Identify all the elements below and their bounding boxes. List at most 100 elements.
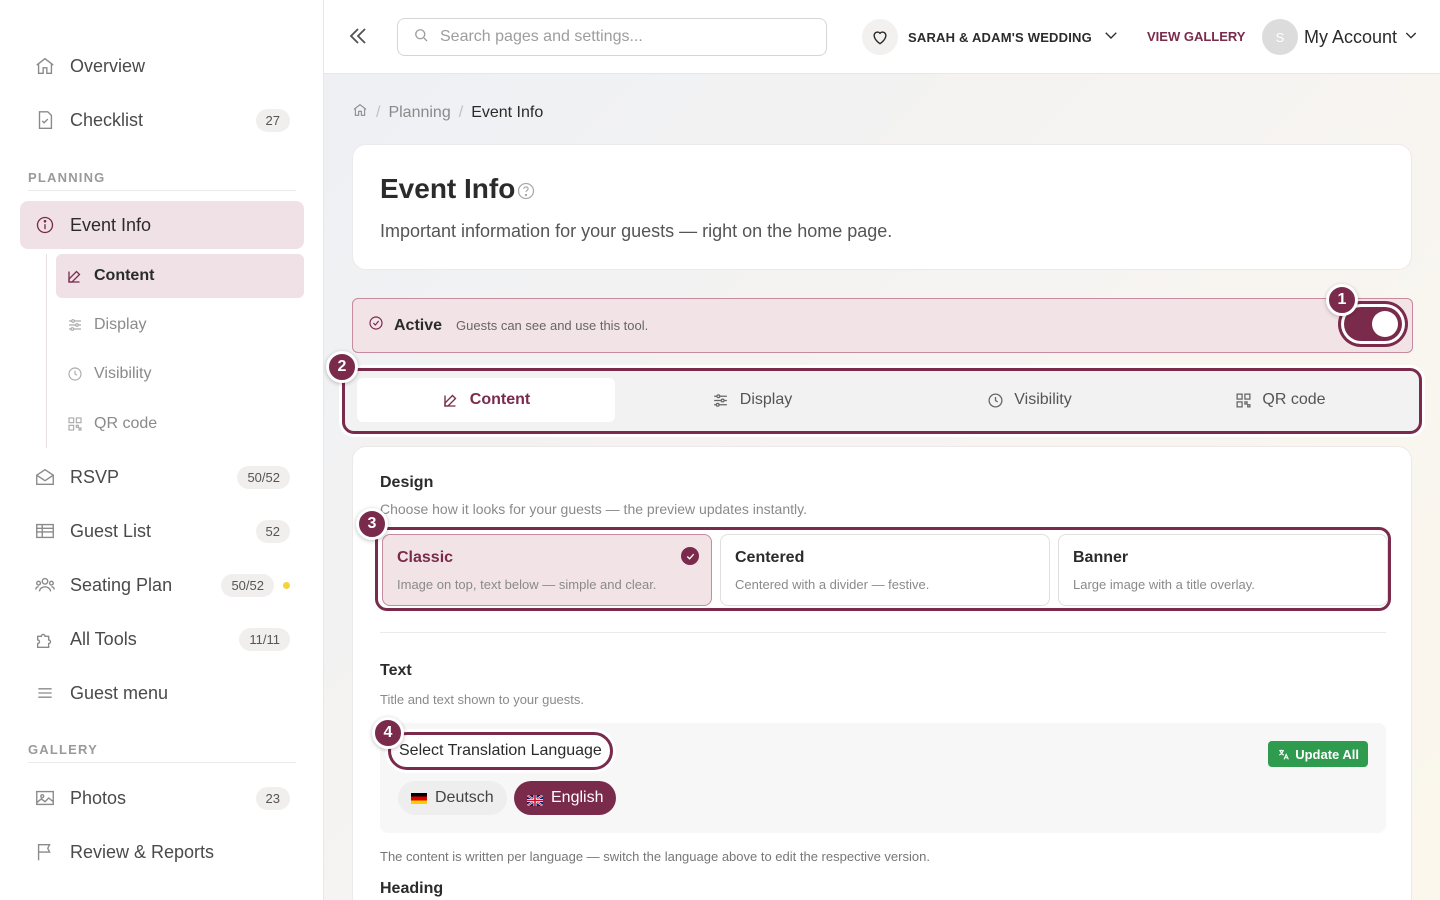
count-badge: 11/11 bbox=[239, 627, 290, 651]
design-option-classic[interactable]: Classic Image on top, text below — simpl… bbox=[382, 534, 712, 606]
wedding-switcher[interactable]: SARAH & ADAM'S WEDDING bbox=[862, 18, 1120, 56]
section-label-gallery: GALLERY bbox=[28, 742, 99, 757]
text-description: Title and text shown to your guests. bbox=[380, 692, 585, 707]
option-desc: Centered with a divider — festive. bbox=[735, 577, 930, 592]
design-option-centered[interactable]: Centered Centered with a divider — festi… bbox=[720, 534, 1050, 606]
check-circle-icon bbox=[368, 315, 384, 336]
sidebar-item-photos[interactable]: Photos 23 bbox=[20, 774, 304, 822]
sidebar-item-rsvp[interactable]: RSVP 50/52 bbox=[20, 453, 304, 501]
subitem-label: Display bbox=[94, 316, 147, 333]
sidebar-item-overview[interactable]: Overview bbox=[20, 42, 304, 90]
account-label: My Account bbox=[1304, 26, 1398, 47]
language-note: The content is written per language — sw… bbox=[380, 849, 930, 864]
sidebar-item-label: Checklist bbox=[70, 109, 144, 130]
search-input[interactable] bbox=[440, 28, 820, 46]
uk-flag-icon bbox=[526, 793, 544, 807]
sidebar-item-event-info[interactable]: Event Info bbox=[20, 201, 304, 249]
sidebar-subitem-visibility[interactable]: Visibility bbox=[56, 352, 304, 396]
edit-icon bbox=[66, 267, 84, 285]
sidebar-subitem-display[interactable]: Display bbox=[56, 303, 304, 347]
step-marker-4: 4 bbox=[372, 717, 404, 749]
sidebar-item-all-tools[interactable]: All Tools 11/11 bbox=[20, 615, 304, 663]
active-status-bar: Active Guests can see and use this tool. bbox=[352, 298, 1413, 353]
chevron-down-icon bbox=[1102, 26, 1120, 49]
view-gallery-link[interactable]: VIEW GALLERY bbox=[1147, 29, 1245, 44]
design-option-banner[interactable]: Banner Large image with a title overlay. bbox=[1058, 534, 1388, 606]
home-icon bbox=[34, 55, 56, 77]
edit-icon bbox=[442, 391, 460, 409]
clock-icon bbox=[66, 365, 84, 383]
menu-icon bbox=[34, 682, 56, 704]
tab-content[interactable]: Content bbox=[357, 378, 615, 422]
translate-icon bbox=[1277, 748, 1290, 761]
step-marker-1: 1 bbox=[1326, 284, 1358, 316]
count-badge: 50/52 bbox=[237, 465, 290, 489]
design-options: Classic Image on top, text below — simpl… bbox=[375, 527, 1391, 611]
page-title: Event Info bbox=[380, 173, 516, 204]
collapse-sidebar-icon[interactable] bbox=[344, 22, 372, 50]
design-description: Choose how it looks for your guests — th… bbox=[380, 501, 807, 517]
home-icon[interactable] bbox=[352, 102, 368, 123]
language-label: English bbox=[551, 789, 604, 806]
subitem-label: Visibility bbox=[94, 365, 152, 382]
tab-bar: Content Display Visibility QR code bbox=[342, 368, 1422, 434]
puzzle-icon bbox=[34, 628, 56, 650]
content-card: Design Choose how it looks for your gues… bbox=[352, 446, 1412, 900]
option-title: Classic bbox=[397, 549, 454, 566]
count-badge: 52 bbox=[255, 519, 290, 543]
flag-icon bbox=[34, 841, 56, 863]
breadcrumb-separator: / bbox=[376, 103, 381, 121]
count-badge: 27 bbox=[255, 108, 290, 132]
update-all-button[interactable]: Update All bbox=[1268, 741, 1368, 767]
text-heading: Text bbox=[380, 662, 412, 679]
search-box[interactable] bbox=[397, 18, 827, 56]
sidebar-item-label: RSVP bbox=[70, 466, 120, 487]
chevron-down-icon bbox=[1403, 27, 1419, 48]
toggle-knob bbox=[1372, 311, 1398, 337]
sidebar-item-checklist[interactable]: Checklist 27 bbox=[20, 96, 304, 144]
breadcrumb: / Planning / Event Info bbox=[352, 102, 543, 123]
breadcrumb-parent[interactable]: Planning bbox=[388, 104, 450, 122]
sidebar-item-review-reports[interactable]: Review & Reports bbox=[20, 828, 304, 876]
heart-icon bbox=[862, 19, 898, 55]
language-pill-deutsch[interactable]: Deutsch bbox=[398, 781, 507, 815]
language-pill-english[interactable]: English bbox=[514, 781, 617, 815]
sidebar: Overview Checklist 27 PLANNING Event Inf… bbox=[0, 0, 324, 900]
avatar: S bbox=[1262, 19, 1298, 55]
translation-language-label: Select Translation Language bbox=[388, 732, 613, 770]
sidebar-item-label: Event Info bbox=[70, 214, 152, 235]
page-header-card: Event Info Important information for you… bbox=[352, 144, 1412, 270]
sliders-icon bbox=[712, 391, 730, 409]
tab-display[interactable]: Display bbox=[623, 378, 881, 422]
qr-icon bbox=[1234, 391, 1252, 409]
translation-language-box: Select Translation Language Update All D… bbox=[380, 723, 1386, 833]
tab-qr-code[interactable]: QR code bbox=[1151, 378, 1409, 422]
checklist-icon bbox=[34, 109, 56, 131]
german-flag-icon bbox=[411, 792, 427, 804]
sidebar-item-seating-plan[interactable]: Seating Plan 50/52 bbox=[20, 561, 304, 609]
option-title: Centered bbox=[735, 549, 805, 566]
account-menu[interactable]: S My Account bbox=[1262, 18, 1419, 56]
count-badge: 50/52 bbox=[221, 573, 274, 597]
info-icon bbox=[34, 214, 56, 236]
sidebar-subitem-qr-code[interactable]: QR code bbox=[56, 402, 304, 446]
section-label-planning: PLANNING bbox=[28, 170, 106, 185]
tab-label: Visibility bbox=[1014, 391, 1072, 408]
step-marker-2: 2 bbox=[326, 351, 358, 383]
design-heading: Design bbox=[380, 474, 434, 491]
clock-icon bbox=[986, 391, 1004, 409]
active-toggle[interactable] bbox=[1344, 307, 1402, 341]
mail-icon bbox=[34, 466, 56, 488]
wedding-name: SARAH & ADAM'S WEDDING bbox=[908, 29, 1092, 45]
sidebar-item-label: Overview bbox=[70, 55, 146, 76]
sidebar-item-label: All Tools bbox=[70, 628, 137, 649]
language-label: Deutsch bbox=[435, 789, 494, 806]
tab-label: QR code bbox=[1262, 391, 1326, 408]
sidebar-item-guest-menu[interactable]: Guest menu bbox=[20, 669, 304, 717]
tab-visibility[interactable]: Visibility bbox=[900, 378, 1158, 422]
help-icon[interactable] bbox=[516, 181, 535, 200]
sidebar-item-guest-list[interactable]: Guest List 52 bbox=[20, 507, 304, 555]
sidebar-item-label: Review & Reports bbox=[70, 841, 215, 862]
sidebar-subitem-content[interactable]: Content bbox=[56, 254, 304, 298]
section-divider bbox=[380, 632, 1386, 633]
